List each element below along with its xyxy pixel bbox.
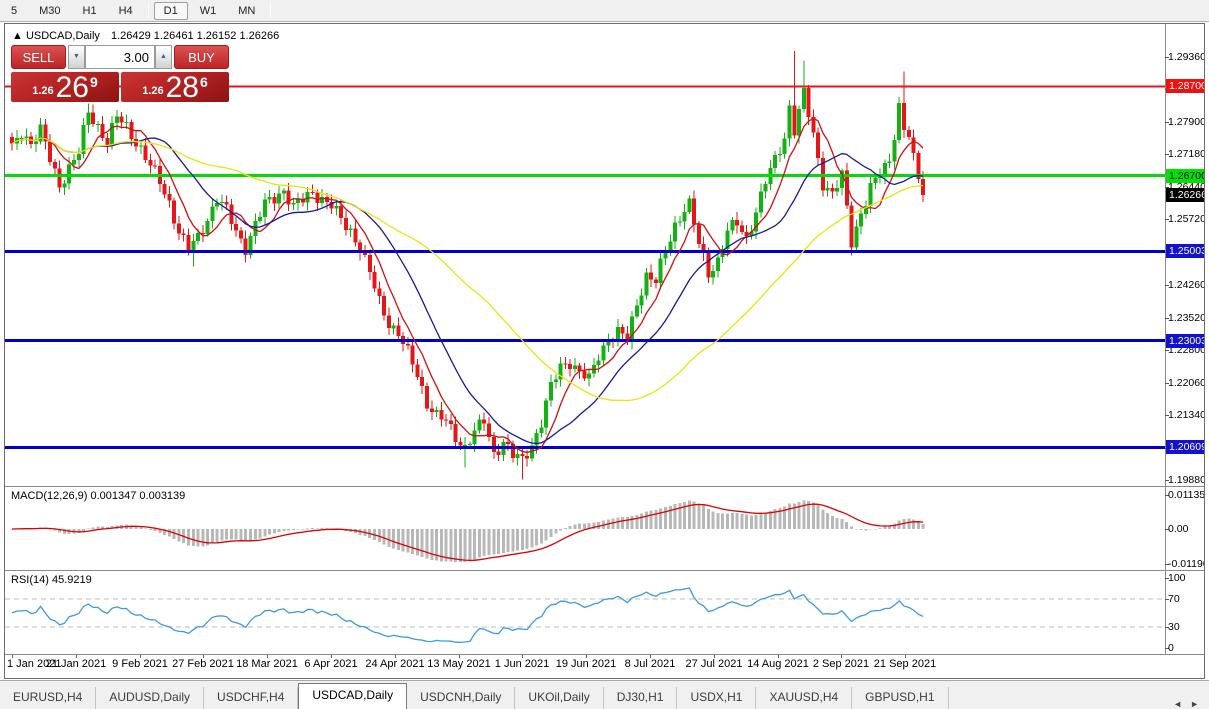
time-axis-label: 27 Jul 2021 bbox=[685, 658, 743, 670]
macd-axis-tick-label: 0.01135 bbox=[1168, 489, 1205, 501]
chart-ohlc-values: 1.26429 1.26461 1.26152 1.26266 bbox=[110, 30, 280, 42]
tab-xauusd-h4[interactable]: XAUUSD,H4 bbox=[756, 687, 853, 709]
time-axis-label: 21 Sep 2021 bbox=[873, 658, 937, 670]
time-axis-label: 18 Mar 2021 bbox=[236, 658, 298, 670]
price-axis-tick-label: 1.27900 bbox=[1168, 116, 1205, 128]
time-axis-label: 14 Aug 2021 bbox=[747, 658, 809, 670]
price-level-badge: 1.28700 bbox=[1166, 79, 1204, 93]
time-axis-label: 2 Sep 2021 bbox=[812, 658, 870, 670]
rsi-axis-tick-label: 70 bbox=[1168, 593, 1180, 605]
volume-increase-button[interactable]: ▲ bbox=[155, 45, 172, 69]
price-level-badge: 1.25003 bbox=[1166, 244, 1204, 258]
rsi-indicator-label: RSI(14) 45.9219 bbox=[11, 574, 92, 586]
timeframe-button-mn[interactable]: MN bbox=[228, 2, 265, 20]
buy-price-display[interactable]: 1.26 28 6 bbox=[121, 71, 229, 104]
tab-usdcnh-daily[interactable]: USDCNH,Daily bbox=[407, 687, 516, 709]
sell-price-big: 26 bbox=[55, 71, 89, 104]
price-axis-tick-label: 1.21340 bbox=[1168, 409, 1205, 421]
rsi-axis-tick-label: 100 bbox=[1168, 572, 1186, 584]
chart-tab-bar: EURUSD,H4 AUDUSD,Daily USDCHF,H4 USDCAD,Dai… bbox=[0, 680, 1209, 709]
pane-divider bbox=[5, 654, 1204, 655]
time-axis-label: 1 Jun 2021 bbox=[494, 658, 550, 670]
rsi-axis-tick-label: 0 bbox=[1168, 642, 1174, 654]
pane-divider[interactable] bbox=[5, 570, 1204, 571]
toolbar-separator bbox=[270, 3, 272, 18]
tab-ukoil-daily[interactable]: UKOil,Daily bbox=[515, 687, 604, 709]
timeframe-button-m30[interactable]: M30 bbox=[29, 2, 70, 20]
rsi-chart-canvas[interactable] bbox=[5, 571, 1165, 654]
time-axis-label: 6 Apr 2021 bbox=[304, 658, 358, 670]
rsi-axis-tick-label: 30 bbox=[1168, 621, 1180, 633]
chart-quote-header: ▲ USDCAD,Daily 1.26429 1.26461 1.26152 1… bbox=[12, 30, 279, 42]
timeframe-button-w1[interactable]: W1 bbox=[190, 2, 227, 20]
time-axis-label: 9 Feb 2021 bbox=[112, 658, 168, 670]
chart-symbol-label: USDCAD,Daily bbox=[25, 30, 100, 42]
macd-indicator-label: MACD(12,26,9) 0.001347 0.003139 bbox=[11, 490, 186, 502]
sell-button[interactable]: SELL bbox=[11, 45, 66, 69]
buy-button[interactable]: BUY bbox=[174, 45, 229, 69]
chart-window: MACD(12,26,9) 0.001347 0.003139 RSI(14) … bbox=[4, 23, 1205, 679]
time-axis-label: 24 Apr 2021 bbox=[365, 658, 425, 670]
one-click-trading-panel: SELL ▼ ▲ BUY 1.26 26 9 1.26 28 6 bbox=[11, 45, 229, 104]
sell-price-pip: 9 bbox=[90, 74, 98, 90]
macd-axis-tick-label: 0.00 bbox=[1168, 523, 1189, 535]
sell-price-prefix: 1.26 bbox=[32, 85, 54, 97]
collapse-panel-icon[interactable]: ▲ bbox=[12, 30, 23, 42]
price-axis-tick-label: 1.23520 bbox=[1168, 312, 1205, 324]
price-axis-tick-label: 1.27180 bbox=[1168, 148, 1205, 160]
price-level-badge: 1.20609 bbox=[1166, 440, 1204, 454]
time-axis-label: 13 May 2021 bbox=[427, 658, 491, 670]
tab-dj30-h1[interactable]: DJ30,H1 bbox=[604, 687, 678, 709]
timeframe-button-d1[interactable]: D1 bbox=[153, 1, 188, 20]
tab-gbpusd-h1[interactable]: GBPUSD,H1 bbox=[852, 687, 949, 709]
timeframe-button-h4[interactable]: H4 bbox=[109, 2, 143, 20]
tab-usdx-h1[interactable]: USDX,H1 bbox=[677, 687, 757, 709]
price-axis-tick-label: 1.22060 bbox=[1168, 377, 1205, 389]
volume-input[interactable] bbox=[85, 45, 155, 69]
pane-divider[interactable] bbox=[5, 486, 1204, 487]
time-axis-label: 21 Jan 2021 bbox=[45, 658, 107, 670]
timeframe-toolbar: 5 M30 H1 H4 D1 W1 MN bbox=[0, 0, 1209, 22]
volume-decrease-button[interactable]: ▼ bbox=[68, 45, 85, 69]
price-axis-tick-label: 1.19880 bbox=[1168, 474, 1205, 486]
price-level-badge: 1.26700 bbox=[1166, 169, 1204, 183]
toolbar-separator bbox=[147, 3, 149, 18]
scroll-tabs-left-icon[interactable]: ◄ bbox=[1173, 699, 1182, 709]
price-axis-tick-label: 1.24260 bbox=[1168, 279, 1205, 291]
tab-usdcad-daily[interactable]: USDCAD,Daily bbox=[298, 683, 408, 709]
sell-price-display[interactable]: 1.26 26 9 bbox=[11, 71, 119, 104]
tab-usdchf-h4[interactable]: USDCHF,H4 bbox=[204, 687, 299, 709]
time-axis-label: 19 Jun 2021 bbox=[555, 658, 617, 670]
price-axis-tick-label: 1.29360 bbox=[1168, 51, 1205, 63]
timeframe-button-5[interactable]: 5 bbox=[1, 2, 27, 20]
time-axis-label: 8 Jul 2021 bbox=[624, 658, 676, 670]
tab-audusd-daily[interactable]: AUDUSD,Daily bbox=[96, 687, 205, 709]
scroll-tabs-right-icon[interactable]: ► bbox=[1190, 699, 1199, 709]
macd-axis-tick-label: -0.011904 bbox=[1168, 558, 1204, 570]
timeframe-button-h1[interactable]: H1 bbox=[73, 2, 107, 20]
buy-price-prefix: 1.26 bbox=[142, 85, 164, 97]
buy-price-big: 28 bbox=[165, 71, 199, 104]
buy-price-pip: 6 bbox=[200, 74, 208, 90]
price-level-badge: 1.23003 bbox=[1166, 334, 1204, 348]
tab-eurusd-h4[interactable]: EURUSD,H4 bbox=[0, 687, 97, 709]
time-axis-label: 27 Feb 2021 bbox=[172, 658, 234, 670]
price-level-badge: 1.26266 bbox=[1166, 188, 1204, 202]
price-axis-tick-label: 1.25720 bbox=[1168, 213, 1205, 225]
